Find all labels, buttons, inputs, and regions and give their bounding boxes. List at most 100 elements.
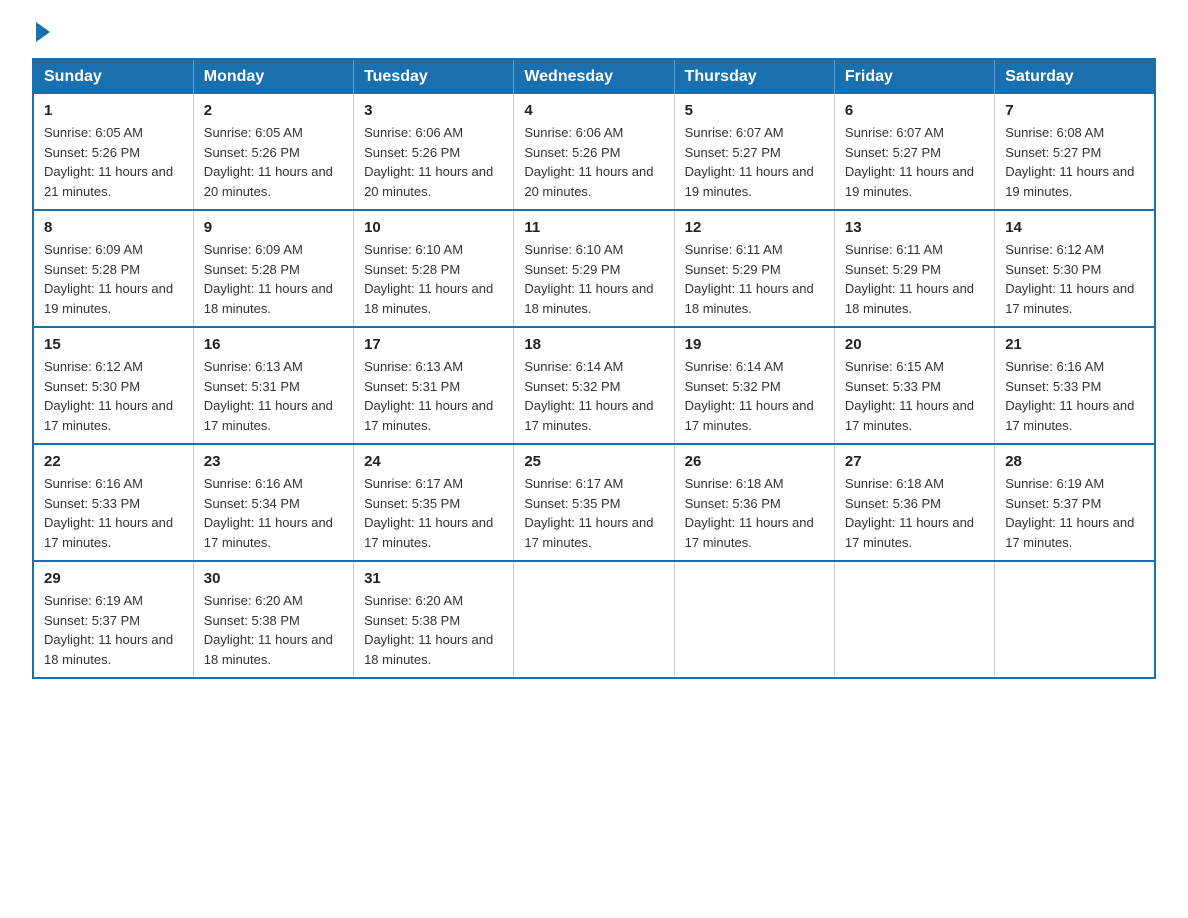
calendar-day-cell: 18 Sunrise: 6:14 AMSunset: 5:32 PMDayligh… <box>514 327 674 444</box>
day-info: Sunrise: 6:17 AMSunset: 5:35 PMDaylight:… <box>524 474 663 552</box>
day-info: Sunrise: 6:10 AMSunset: 5:29 PMDaylight:… <box>524 240 663 318</box>
day-info: Sunrise: 6:12 AMSunset: 5:30 PMDaylight:… <box>44 357 183 435</box>
calendar-day-cell: 9 Sunrise: 6:09 AMSunset: 5:28 PMDaylight… <box>193 210 353 327</box>
calendar-day-cell: 15 Sunrise: 6:12 AMSunset: 5:30 PMDayligh… <box>33 327 193 444</box>
day-number: 18 <box>524 336 663 353</box>
day-info: Sunrise: 6:20 AMSunset: 5:38 PMDaylight:… <box>364 591 503 669</box>
day-info: Sunrise: 6:19 AMSunset: 5:37 PMDaylight:… <box>1005 474 1144 552</box>
calendar-day-cell <box>674 561 834 678</box>
day-number: 11 <box>524 219 663 236</box>
day-number: 30 <box>204 570 343 587</box>
calendar-day-cell <box>995 561 1155 678</box>
day-number: 29 <box>44 570 183 587</box>
day-number: 10 <box>364 219 503 236</box>
calendar-day-cell: 10Sunrise: 6:10 AMSunset: 5:28 PMDayligh… <box>354 210 514 327</box>
day-number: 6 <box>845 102 984 119</box>
day-info: Sunrise: 6:06 AMSunset: 5:26 PMDaylight:… <box>364 123 503 201</box>
day-number: 2 <box>204 102 343 119</box>
day-info: Sunrise: 6:16 AMSunset: 5:33 PMDaylight:… <box>1005 357 1144 435</box>
day-number: 15 <box>44 336 183 353</box>
day-info: Sunrise: 6:14 AMSunset: 5:32 PMDaylight:… <box>685 357 824 435</box>
day-info: Sunrise: 6:17 AMSunset: 5:35 PMDaylight:… <box>364 474 503 552</box>
calendar-day-cell: 22Sunrise: 6:16 AMSunset: 5:33 PMDayligh… <box>33 444 193 561</box>
logo-arrow-icon <box>36 22 50 42</box>
day-number: 16 <box>204 336 343 353</box>
calendar-week-row: 15 Sunrise: 6:12 AMSunset: 5:30 PMDayligh… <box>33 327 1155 444</box>
day-info: Sunrise: 6:13 AMSunset: 5:31 PMDaylight:… <box>364 357 503 435</box>
calendar-day-cell <box>834 561 994 678</box>
calendar-day-cell: 25Sunrise: 6:17 AMSunset: 5:35 PMDayligh… <box>514 444 674 561</box>
calendar-week-row: 8 Sunrise: 6:09 AMSunset: 5:28 PMDaylight… <box>33 210 1155 327</box>
day-number: 8 <box>44 219 183 236</box>
day-number: 17 <box>364 336 503 353</box>
calendar-day-cell: 21 Sunrise: 6:16 AMSunset: 5:33 PMDayligh… <box>995 327 1155 444</box>
day-number: 21 <box>1005 336 1144 353</box>
calendar-day-cell: 11 Sunrise: 6:10 AMSunset: 5:29 PMDayligh… <box>514 210 674 327</box>
day-number: 4 <box>524 102 663 119</box>
calendar-day-header: Wednesday <box>514 59 674 94</box>
day-number: 24 <box>364 453 503 470</box>
day-info: Sunrise: 6:09 AMSunset: 5:28 PMDaylight:… <box>204 240 343 318</box>
day-number: 3 <box>364 102 503 119</box>
day-info: Sunrise: 6:11 AMSunset: 5:29 PMDaylight:… <box>845 240 984 318</box>
day-info: Sunrise: 6:06 AMSunset: 5:26 PMDaylight:… <box>524 123 663 201</box>
day-info: Sunrise: 6:05 AMSunset: 5:26 PMDaylight:… <box>204 123 343 201</box>
day-number: 20 <box>845 336 984 353</box>
calendar-day-cell: 5 Sunrise: 6:07 AMSunset: 5:27 PMDaylight… <box>674 94 834 210</box>
day-number: 13 <box>845 219 984 236</box>
day-number: 22 <box>44 453 183 470</box>
day-info: Sunrise: 6:12 AMSunset: 5:30 PMDaylight:… <box>1005 240 1144 318</box>
day-number: 19 <box>685 336 824 353</box>
calendar-day-cell: 31 Sunrise: 6:20 AMSunset: 5:38 PMDayligh… <box>354 561 514 678</box>
day-info: Sunrise: 6:11 AMSunset: 5:29 PMDaylight:… <box>685 240 824 318</box>
day-info: Sunrise: 6:08 AMSunset: 5:27 PMDaylight:… <box>1005 123 1144 201</box>
calendar-week-row: 22Sunrise: 6:16 AMSunset: 5:33 PMDayligh… <box>33 444 1155 561</box>
calendar-day-cell: 29 Sunrise: 6:19 AMSunset: 5:37 PMDayligh… <box>33 561 193 678</box>
calendar-day-header: Sunday <box>33 59 193 94</box>
day-number: 23 <box>204 453 343 470</box>
calendar-day-header: Tuesday <box>354 59 514 94</box>
day-info: Sunrise: 6:16 AMSunset: 5:34 PMDaylight:… <box>204 474 343 552</box>
calendar-day-header: Monday <box>193 59 353 94</box>
day-info: Sunrise: 6:13 AMSunset: 5:31 PMDaylight:… <box>204 357 343 435</box>
calendar-day-cell: 16 Sunrise: 6:13 AMSunset: 5:31 PMDayligh… <box>193 327 353 444</box>
calendar-day-cell: 2 Sunrise: 6:05 AMSunset: 5:26 PMDaylight… <box>193 94 353 210</box>
calendar-week-row: 1 Sunrise: 6:05 AMSunset: 5:26 PMDaylight… <box>33 94 1155 210</box>
calendar-day-cell: 3 Sunrise: 6:06 AMSunset: 5:26 PMDaylight… <box>354 94 514 210</box>
day-number: 28 <box>1005 453 1144 470</box>
calendar-day-cell: 24 Sunrise: 6:17 AMSunset: 5:35 PMDayligh… <box>354 444 514 561</box>
calendar-day-cell: 20Sunrise: 6:15 AMSunset: 5:33 PMDayligh… <box>834 327 994 444</box>
calendar-day-cell: 1 Sunrise: 6:05 AMSunset: 5:26 PMDaylight… <box>33 94 193 210</box>
day-number: 14 <box>1005 219 1144 236</box>
day-info: Sunrise: 6:20 AMSunset: 5:38 PMDaylight:… <box>204 591 343 669</box>
calendar-header-row: SundayMondayTuesdayWednesdayThursdayFrid… <box>33 59 1155 94</box>
calendar-day-cell: 14 Sunrise: 6:12 AMSunset: 5:30 PMDayligh… <box>995 210 1155 327</box>
calendar-day-cell: 6 Sunrise: 6:07 AMSunset: 5:27 PMDaylight… <box>834 94 994 210</box>
day-info: Sunrise: 6:14 AMSunset: 5:32 PMDaylight:… <box>524 357 663 435</box>
day-info: Sunrise: 6:05 AMSunset: 5:26 PMDaylight:… <box>44 123 183 201</box>
day-number: 9 <box>204 219 343 236</box>
day-info: Sunrise: 6:07 AMSunset: 5:27 PMDaylight:… <box>685 123 824 201</box>
day-info: Sunrise: 6:18 AMSunset: 5:36 PMDaylight:… <box>845 474 984 552</box>
calendar-day-cell: 28 Sunrise: 6:19 AMSunset: 5:37 PMDayligh… <box>995 444 1155 561</box>
calendar-day-cell: 12 Sunrise: 6:11 AMSunset: 5:29 PMDayligh… <box>674 210 834 327</box>
day-number: 5 <box>685 102 824 119</box>
calendar-day-cell: 13 Sunrise: 6:11 AMSunset: 5:29 PMDayligh… <box>834 210 994 327</box>
day-info: Sunrise: 6:19 AMSunset: 5:37 PMDaylight:… <box>44 591 183 669</box>
page-header <box>32 24 1156 38</box>
day-info: Sunrise: 6:07 AMSunset: 5:27 PMDaylight:… <box>845 123 984 201</box>
calendar-day-header: Friday <box>834 59 994 94</box>
calendar-day-cell: 7Sunrise: 6:08 AMSunset: 5:27 PMDaylight… <box>995 94 1155 210</box>
calendar-table: SundayMondayTuesdayWednesdayThursdayFrid… <box>32 58 1156 679</box>
day-number: 31 <box>364 570 503 587</box>
day-info: Sunrise: 6:18 AMSunset: 5:36 PMDaylight:… <box>685 474 824 552</box>
calendar-day-cell: 26Sunrise: 6:18 AMSunset: 5:36 PMDayligh… <box>674 444 834 561</box>
day-number: 12 <box>685 219 824 236</box>
calendar-day-header: Thursday <box>674 59 834 94</box>
calendar-day-cell: 19 Sunrise: 6:14 AMSunset: 5:32 PMDayligh… <box>674 327 834 444</box>
calendar-day-cell <box>514 561 674 678</box>
day-info: Sunrise: 6:09 AMSunset: 5:28 PMDaylight:… <box>44 240 183 318</box>
calendar-day-cell: 8 Sunrise: 6:09 AMSunset: 5:28 PMDaylight… <box>33 210 193 327</box>
calendar-day-cell: 4 Sunrise: 6:06 AMSunset: 5:26 PMDaylight… <box>514 94 674 210</box>
day-number: 1 <box>44 102 183 119</box>
